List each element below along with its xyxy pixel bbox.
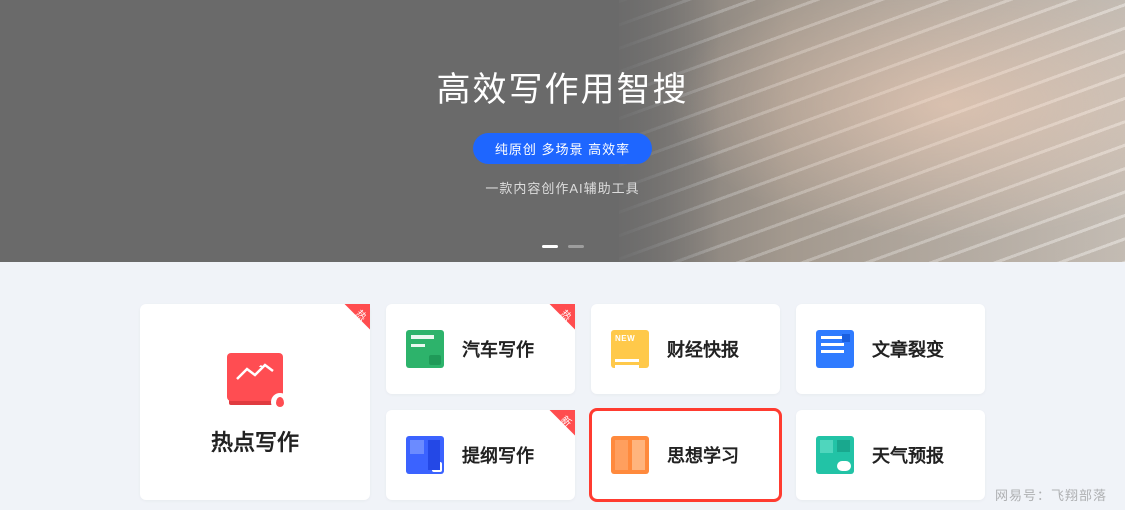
card-label: 提纲写作 (462, 442, 534, 468)
badge-hot: 热 (334, 304, 370, 340)
hero-pill: 纯原创 多场景 高效率 (473, 133, 652, 164)
carousel-dot[interactable] (568, 245, 584, 248)
layout-pen-icon (406, 436, 444, 474)
card-outline-writing[interactable]: 新 提纲写作 (386, 410, 575, 500)
book-icon (611, 436, 649, 474)
badge-hot: 热 (539, 304, 575, 340)
carousel-dots[interactable] (542, 245, 584, 248)
card-thought-study[interactable]: 思想学习 (591, 410, 780, 500)
card-label: 思想学习 (667, 442, 739, 468)
weather-icon (816, 436, 854, 474)
card-label: 文章裂变 (872, 336, 944, 362)
card-weather-forecast[interactable]: 天气预报 (796, 410, 985, 500)
card-label: 汽车写作 (462, 336, 534, 362)
carousel-dot[interactable] (542, 245, 558, 248)
card-car-writing[interactable]: 热 汽车写作 (386, 304, 575, 394)
badge-new: 新 (539, 410, 575, 446)
card-finance-report[interactable]: 财经快报 (591, 304, 780, 394)
hero-title: 高效写作用智搜 (437, 62, 689, 111)
document-split-icon (816, 330, 854, 368)
document-car-icon (406, 330, 444, 368)
cards-section: 热 热点写作 热 汽车写作 财经快报 文章裂变 新 提纲写作 (0, 262, 1125, 500)
card-label: 天气预报 (872, 442, 944, 468)
card-label: 热点写作 (211, 425, 299, 457)
hero-subtitle: 一款内容创作AI辅助工具 (485, 178, 639, 197)
card-article-split[interactable]: 文章裂变 (796, 304, 985, 394)
news-icon (611, 330, 649, 368)
chart-fire-icon (227, 353, 283, 401)
hero-banner: 高效写作用智搜 纯原创 多场景 高效率 一款内容创作AI辅助工具 (0, 0, 1125, 262)
card-hotspot-writing[interactable]: 热 热点写作 (140, 304, 370, 500)
card-label: 财经快报 (667, 336, 739, 362)
